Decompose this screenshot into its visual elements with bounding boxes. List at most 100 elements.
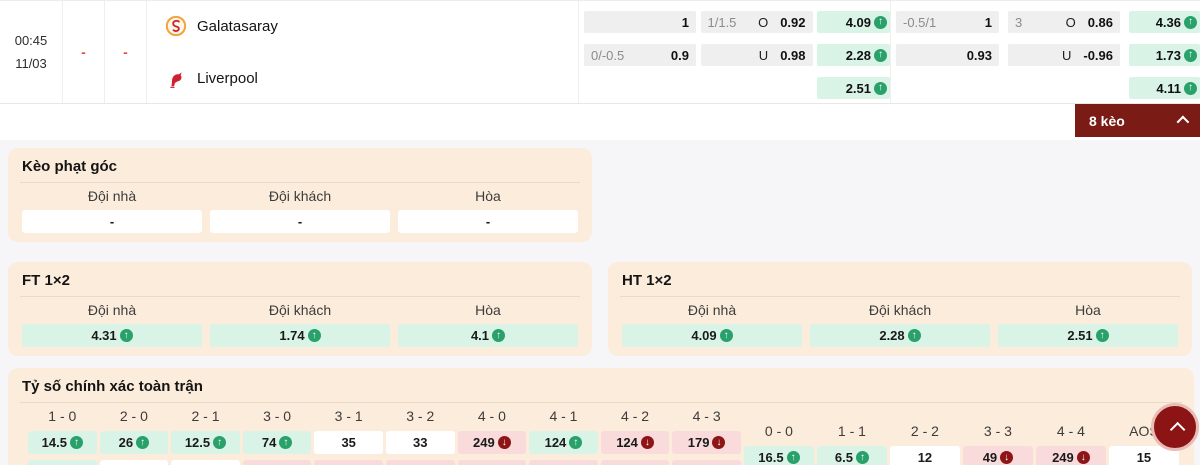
odds-value: 0.9 — [670, 47, 689, 63]
ht-handicap-odds-1[interactable]: -0.5/1 1 — [896, 11, 999, 33]
score-odds-top[interactable]: 26 — [99, 431, 169, 454]
score-odds[interactable]: 12 — [889, 446, 960, 465]
odds-value: 49 — [982, 450, 998, 465]
corner-away-odds[interactable]: - — [210, 210, 390, 233]
score-odds-top[interactable]: 33 — [385, 431, 455, 454]
ht-1x2-away-odds[interactable]: 1.73 — [1129, 44, 1200, 66]
ht-under-odds[interactable]: U -0.96 — [1008, 44, 1120, 66]
corner-home-odds[interactable]: - — [22, 210, 202, 233]
home-team-row[interactable]: Galatasaray — [165, 14, 578, 38]
trend-up-icon — [492, 329, 506, 342]
score-odds[interactable]: 6.5 — [816, 446, 887, 465]
odds-value: 0.98 — [780, 47, 806, 63]
score-odds-bottom[interactable]: 8.4 — [28, 460, 97, 465]
odds-value: 14.5 — [41, 435, 67, 450]
ft-away-odds[interactable]: 1.74 — [210, 324, 390, 347]
score-column: 3 - 2 33 18 — [385, 407, 455, 465]
ht-1x2-home-odds[interactable]: 4.36 — [1129, 11, 1200, 33]
odds-value: 2.51 — [845, 80, 871, 96]
home-header: Đội nhà — [687, 302, 737, 318]
ft-1x2-draw-odds[interactable]: 2.51 — [817, 77, 890, 99]
odds-value: 124 — [616, 435, 638, 450]
ft-1x2-home-odds[interactable]: 4.09 — [817, 11, 890, 33]
ft-handicap-odds-2[interactable]: 0/-0.5 0.9 — [584, 44, 696, 66]
score-odds-bottom[interactable]: 11.5 — [314, 460, 383, 465]
odds-value: 249 — [1052, 450, 1074, 465]
odds-count-label: 8 kèo — [1089, 112, 1125, 129]
score-odds-top[interactable]: 124 — [600, 431, 670, 454]
score-odds-top[interactable]: 124 — [529, 431, 598, 454]
ft-under-odds[interactable]: U 0.98 — [700, 44, 813, 66]
score-odds-bottom[interactable]: 15.5 — [242, 460, 312, 465]
score-odds-bottom[interactable]: 6.6 — [171, 460, 240, 465]
ht-over-odds[interactable]: 3 O 0.86 — [1008, 11, 1120, 33]
away-team-row[interactable]: Liverpool — [165, 66, 578, 90]
score-odds-bottom[interactable]: 25 — [529, 460, 598, 465]
score-label: 0 - 0 — [764, 423, 793, 439]
odds-value: 0.86 — [1087, 14, 1113, 30]
score-column: 4 - 4 249 — [1035, 422, 1106, 465]
ft-over-odds[interactable]: 1/1.5 O 0.92 — [700, 11, 813, 33]
score-odds-bottom[interactable]: 35 — [457, 460, 527, 465]
odds-value: 0.93 — [966, 47, 992, 63]
over-label: O — [758, 14, 769, 30]
home-team-name: Galatasaray — [197, 17, 278, 35]
ft-home-odds[interactable]: 4.31 — [22, 324, 202, 347]
ft-draw-odds[interactable]: 4.1 — [398, 324, 578, 347]
score-odds[interactable]: 249 — [1035, 446, 1106, 465]
score-label: 4 - 0 — [477, 408, 506, 424]
scroll-top-button[interactable] — [1151, 403, 1199, 451]
trend-up-icon — [874, 48, 887, 62]
score-column: 2 - 1 12.5 6.6 — [171, 407, 240, 465]
odds-value: 4.1 — [470, 328, 490, 343]
section-correct-score: Tỷ số chính xác toàn trận 1 - 0 14.5 8.4… — [8, 368, 1194, 465]
trend-icon — [69, 436, 83, 449]
match-row[interactable]: 00:45 11/03 - - Galatasaray Liverpool 1 … — [0, 0, 1200, 104]
score-label: 2 - 1 — [191, 408, 220, 424]
score-odds-top[interactable]: 74 — [242, 431, 312, 454]
away-score-cell: - — [105, 1, 147, 103]
trend-up-icon — [119, 329, 133, 342]
score-odds-top[interactable]: 35 — [314, 431, 383, 454]
odds-value: 4.09 — [691, 328, 717, 343]
odds-count-expander-button[interactable]: 8 kèo — [1075, 104, 1200, 137]
teams-column[interactable]: Galatasaray Liverpool — [147, 1, 578, 103]
score-label: 3 - 3 — [983, 423, 1012, 439]
score-odds-bottom[interactable]: 18 — [385, 460, 455, 465]
score-label: 2 - 2 — [910, 423, 939, 439]
score-column: 1 - 0 14.5 8.4 — [28, 407, 97, 465]
ht-away-odds[interactable]: 2.28 — [810, 324, 990, 347]
score-odds-bottom[interactable]: 9 — [99, 460, 169, 465]
away-team-name: Liverpool — [197, 69, 258, 87]
score-column: 3 - 3 49 — [962, 422, 1033, 465]
match-time: 00:45 — [14, 33, 48, 48]
trend-icon — [712, 436, 726, 449]
score-odds-top[interactable]: 14.5 — [28, 431, 97, 454]
home-header: Đội nhà — [87, 302, 137, 318]
score-odds-top[interactable]: 249 — [457, 431, 527, 454]
score-label: 2 - 0 — [119, 408, 148, 424]
score-odds[interactable]: 16.5 — [743, 446, 814, 465]
score-odds[interactable]: 49 — [962, 446, 1033, 465]
trend-icon — [1000, 451, 1014, 464]
ht-home-odds[interactable]: 4.09 — [622, 324, 802, 347]
under-label: U — [1061, 47, 1072, 63]
ht-1x2-draw-odds[interactable]: 4.11 — [1129, 77, 1200, 99]
score-odds-top[interactable]: 12.5 — [171, 431, 240, 454]
score-odds-bottom[interactable]: 99 — [672, 460, 741, 465]
section-title: Tỷ số chính xác toàn trận — [20, 374, 1182, 403]
ft-1x2-away-odds[interactable]: 2.28 — [817, 44, 890, 66]
odds-value: - — [485, 214, 491, 229]
ht-headers: Đội nhà Đội khách Hòa — [620, 297, 1180, 322]
ht-draw-odds[interactable]: 2.51 — [998, 324, 1178, 347]
draw-header: Hòa — [475, 188, 501, 204]
score-odds-bottom[interactable]: 39 — [600, 460, 670, 465]
score-label: 3 - 0 — [263, 408, 292, 424]
odds-group-ft: 1 1/1.5 O 0.92 4.09 0/-0.5 0.9 U 0.98 2.… — [578, 1, 890, 103]
ft-handicap-odds-1[interactable]: 1 — [584, 11, 696, 33]
corner-draw-odds[interactable]: - — [398, 210, 578, 233]
away-score: - — [123, 44, 128, 60]
score-odds-top[interactable]: 179 — [672, 431, 741, 454]
trend-up-icon — [907, 329, 921, 342]
ht-handicap-odds-2[interactable]: 0.93 — [896, 44, 999, 66]
